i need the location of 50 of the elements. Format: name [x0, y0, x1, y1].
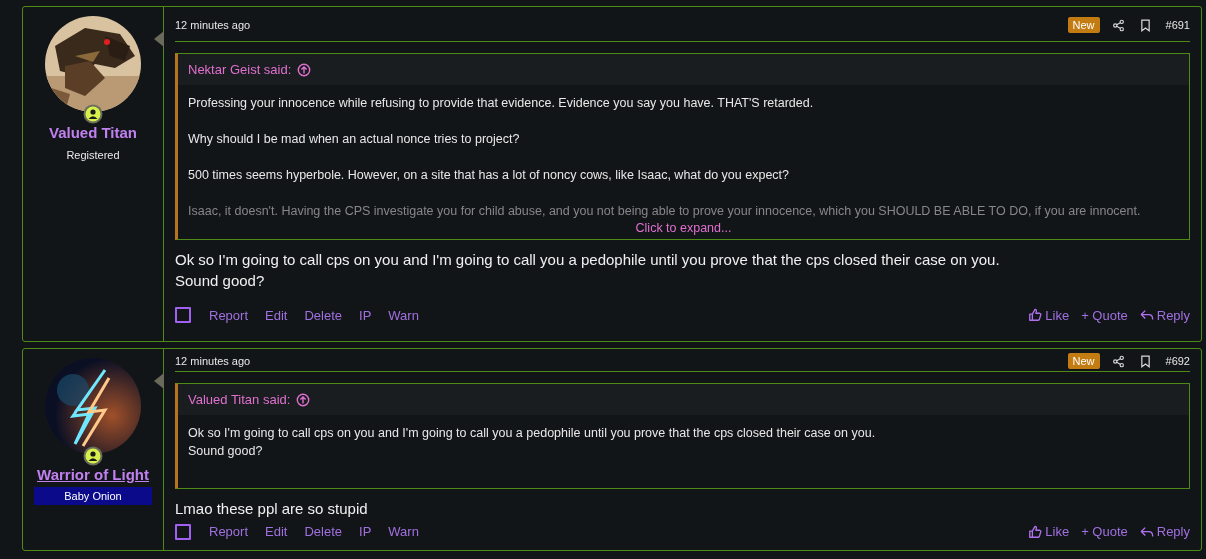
- like-link[interactable]: Like: [1028, 524, 1070, 539]
- jump-up-icon[interactable]: [297, 62, 312, 77]
- post-number-link[interactable]: #691: [1165, 19, 1190, 31]
- action-link[interactable]: IP: [359, 307, 372, 323]
- action-link[interactable]: Warn: [388, 307, 419, 323]
- user-title: Registered: [66, 149, 120, 161]
- post-text: Ok so I'm going to call cps on you and I'm going to call you a pedophile until you prove that the cps closed their case on you. Sound good?: [175, 250, 1001, 291]
- action-link[interactable]: Report: [209, 307, 249, 323]
- bookmark-icon[interactable]: [1138, 18, 1152, 32]
- action-link[interactable]: Delete: [304, 524, 342, 539]
- expand-link[interactable]: Click to expand...: [635, 220, 732, 236]
- action-link[interactable]: Delete: [304, 307, 342, 323]
- like-link[interactable]: Like: [1028, 307, 1070, 323]
- quote-paragraph: 500 times seems hyperbole. However, on a site that has a lot of noncy cows, like Isaac, what do you expect?: [188, 167, 791, 184]
- user-title-banner: Baby Onion: [34, 487, 152, 505]
- quote-author-link[interactable]: Nektar Geist said:: [188, 62, 292, 77]
- jump-up-icon[interactable]: [296, 392, 311, 407]
- select-checkbox[interactable]: [175, 307, 191, 323]
- pointer-arrow-icon: [154, 373, 164, 389]
- new-badge: New: [1067, 17, 1100, 33]
- action-link[interactable]: Edit: [265, 307, 288, 323]
- reply-arrow-icon[interactable]: [1139, 308, 1154, 322]
- action-link[interactable]: Report: [209, 524, 249, 539]
- action-link[interactable]: IP: [359, 524, 372, 539]
- post-number-link[interactable]: #692: [1165, 355, 1190, 367]
- bookmark-icon[interactable]: [1138, 354, 1152, 368]
- reply-arrow-icon[interactable]: [1139, 524, 1154, 539]
- post-text: Lmao these ppl are so stupid: [175, 499, 369, 519]
- reply-link[interactable]: Reply: [1139, 524, 1190, 539]
- pointer-arrow-icon: [154, 31, 164, 47]
- username-link[interactable]: Warrior of Light: [37, 466, 149, 483]
- reply-link[interactable]: Reply: [1139, 307, 1190, 323]
- username-link[interactable]: Valued Titan: [48, 124, 138, 141]
- thumbs-up-icon[interactable]: [1028, 524, 1043, 539]
- quote-link[interactable]: + Quote: [1081, 307, 1128, 323]
- share-icon[interactable]: [1111, 18, 1125, 32]
- quote-paragraph: Professing your innocence while refusing to provide that evidence. Evidence you say you have. THAT'S retarded.: [188, 95, 815, 112]
- quote-link[interactable]: + Quote: [1081, 524, 1128, 539]
- select-checkbox[interactable]: [175, 523, 191, 540]
- action-link[interactable]: Edit: [265, 524, 288, 539]
- quote-author-link[interactable]: Valued Titan said:: [188, 392, 291, 407]
- action-link[interactable]: Warn: [388, 524, 419, 539]
- quote-paragraph: Why should I be mad when an actual nonce tries to project?: [188, 131, 521, 148]
- quote-paragraph: Isaac, it doesn't. Having the CPS investigate you for child abuse, and you not being able to prove your innocence, which you SHOULD BE ABLE TO DO, if you are innocent.: [188, 203, 1142, 220]
- post-time[interactable]: 12 minutes ago: [175, 355, 251, 367]
- quote-paragraph: Ok so I'm going to call cps on you and I'm going to call you a pedophile until you prove that the cps closed their case on you. Sound good?: [188, 425, 877, 460]
- new-badge: New: [1067, 353, 1100, 369]
- post-time[interactable]: 12 minutes ago: [175, 19, 251, 31]
- share-icon[interactable]: [1111, 354, 1125, 368]
- thumbs-up-icon[interactable]: [1028, 308, 1043, 322]
